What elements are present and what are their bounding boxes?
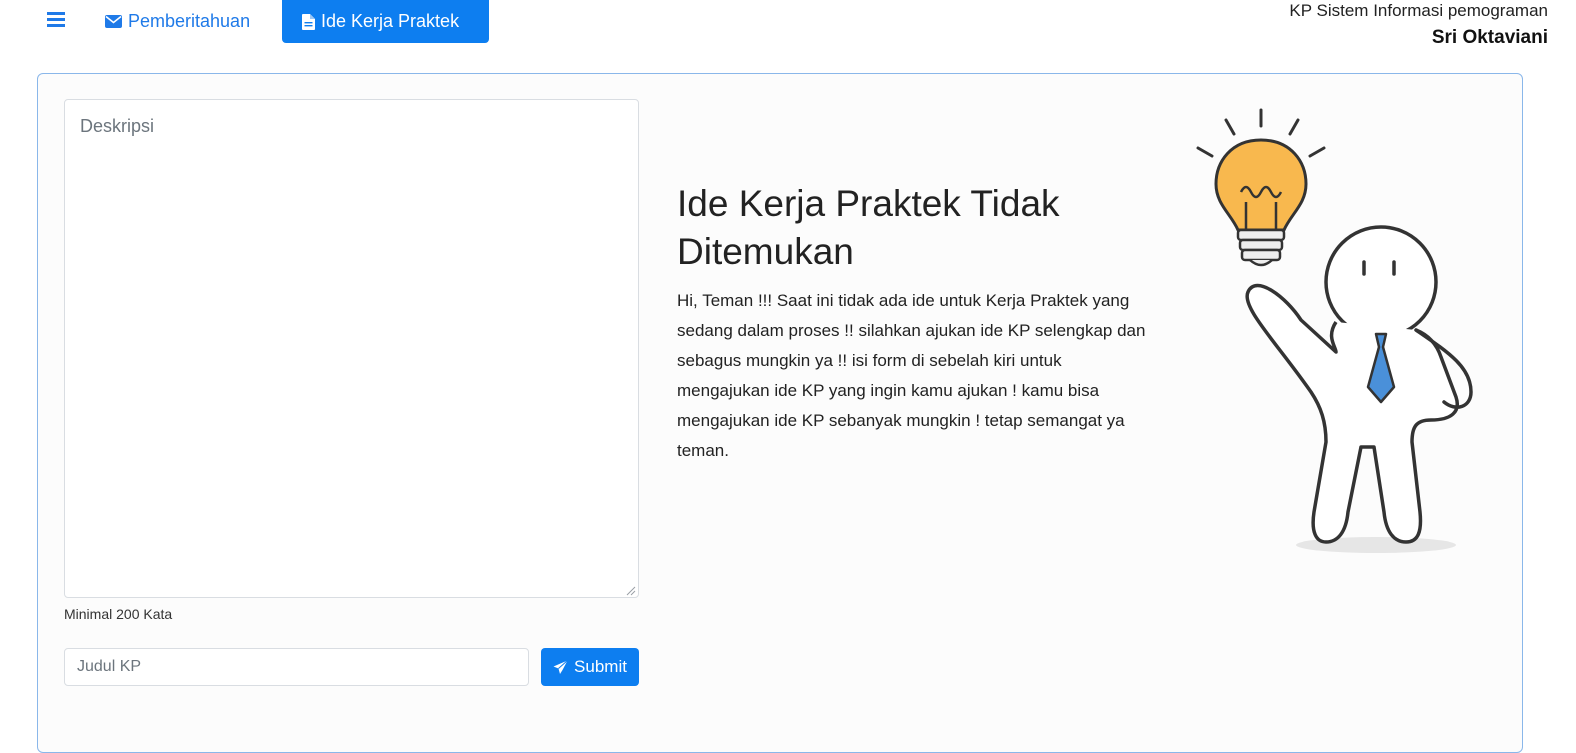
resize-handle-icon[interactable]: [624, 584, 636, 596]
nav-item-label: Pemberitahuan: [128, 11, 251, 31]
description-textarea[interactable]: [64, 99, 639, 598]
empty-state-title: Ide Kerja Praktek Tidak Ditemukan: [677, 183, 1060, 272]
judul-kp-input[interactable]: [64, 648, 529, 686]
description-hint: Minimal 200 Kata: [64, 606, 173, 622]
nav-item-label: Ide Kerja Praktek: [321, 11, 460, 31]
submit-button[interactable]: Submit: [541, 648, 639, 686]
paper-plane-icon: [553, 659, 568, 675]
user-name: Sri Oktaviani: [1431, 27, 1548, 48]
person-with-lightbulb-illustration: [1196, 108, 1473, 553]
nav-item-pemberitahuan[interactable]: Pemberitahuan: [91, 0, 277, 43]
envelope-icon: [105, 15, 122, 28]
user-info: KP Sistem Informasi pemograman Sri Oktav…: [1289, 0, 1548, 52]
empty-state-message: Hi, Teman !!! Saat ini tidak ada ide unt…: [677, 291, 1146, 460]
submit-label: Submit: [574, 657, 627, 676]
nav-item-ide-kerja-praktek[interactable]: Ide Kerja Praktek: [282, 0, 489, 43]
user-program: KP Sistem Informasi pemograman: [1289, 1, 1548, 20]
top-navbar: Pemberitahuan Ide Kerja Praktek KP Siste…: [0, 0, 1576, 50]
hamburger-menu-icon[interactable]: [45, 6, 67, 32]
document-icon: [302, 13, 315, 30]
